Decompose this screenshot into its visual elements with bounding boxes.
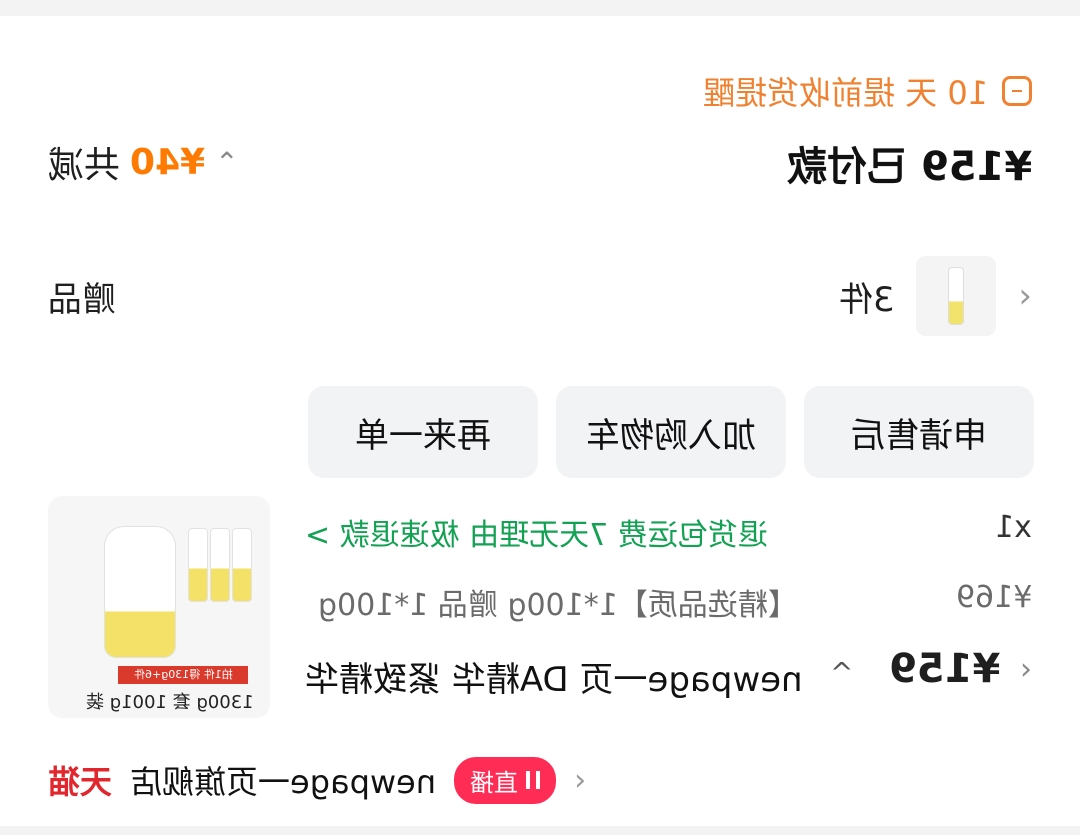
info-square-icon bbox=[1002, 76, 1032, 106]
store-platform: 天猫 bbox=[48, 763, 113, 801]
service-tags[interactable]: 退货包运费 7天无理由 极速退款 > bbox=[305, 510, 768, 554]
product-spec: 【精选品质】1*100g 赠品 1*100g bbox=[318, 588, 798, 623]
original-price: ¥169 bbox=[955, 580, 1032, 615]
reorder-button[interactable]: 再来一单 bbox=[308, 386, 538, 478]
chevron-right-icon[interactable]: › bbox=[1018, 276, 1032, 316]
add-to-cart-button[interactable]: 加入购物车 bbox=[556, 386, 786, 478]
discount-summary[interactable]: 共减 ¥40 ⌃ bbox=[48, 136, 239, 188]
thumb-caption: 1300g 套 1001g 装 bbox=[86, 692, 254, 713]
gift-label: 赠品 bbox=[48, 279, 116, 320]
paid-amount: ¥159 已付款 bbox=[786, 144, 1032, 190]
gift-row[interactable]: 赠品 3件 › bbox=[48, 256, 1032, 336]
gift-thumbnail[interactable] bbox=[916, 256, 997, 336]
after-sales-button[interactable]: 申请售后 bbox=[804, 386, 1034, 478]
store-name: newpage一页旗舰店 bbox=[130, 763, 437, 801]
gift-count: 3件 bbox=[838, 279, 895, 320]
product-image[interactable]: 拍1件 得130g+6件 1300g 套 1001g 装 bbox=[48, 496, 270, 718]
store-row[interactable]: 天猫 newpage一页旗舰店 直播 › bbox=[48, 752, 640, 808]
live-badge[interactable]: 直播 bbox=[454, 756, 557, 804]
delivery-reminder[interactable]: 10 天 提前收货提醒 bbox=[703, 68, 1032, 114]
action-buttons: 再来一单 加入购物车 申请售后 bbox=[308, 386, 1034, 478]
order-card: 10 天 提前收货提醒 ¥159 已付款 共减 ¥40 ⌃ 赠品 3件 › 再来… bbox=[0, 16, 1080, 826]
product-title[interactable]: newpage一页 DA精华 紧致精华 bbox=[305, 652, 803, 701]
chevron-right-icon[interactable]: › bbox=[1020, 652, 1032, 687]
product-price: ¥159 › bbox=[888, 646, 1032, 692]
promo-banner: 拍1件 得130g+6件 bbox=[118, 666, 248, 684]
reminder-text: 10 天 提前收货提醒 bbox=[702, 74, 988, 112]
live-bars-icon bbox=[526, 771, 541, 789]
quantity: x1 bbox=[995, 510, 1032, 545]
up-icon[interactable]: ⌃ bbox=[215, 146, 238, 179]
discount-amount: ¥40 bbox=[130, 141, 206, 183]
discount-prefix: 共减 bbox=[48, 145, 121, 186]
chevron-right-icon[interactable]: › bbox=[574, 763, 586, 798]
collapse-icon[interactable]: ^ bbox=[830, 656, 853, 689]
